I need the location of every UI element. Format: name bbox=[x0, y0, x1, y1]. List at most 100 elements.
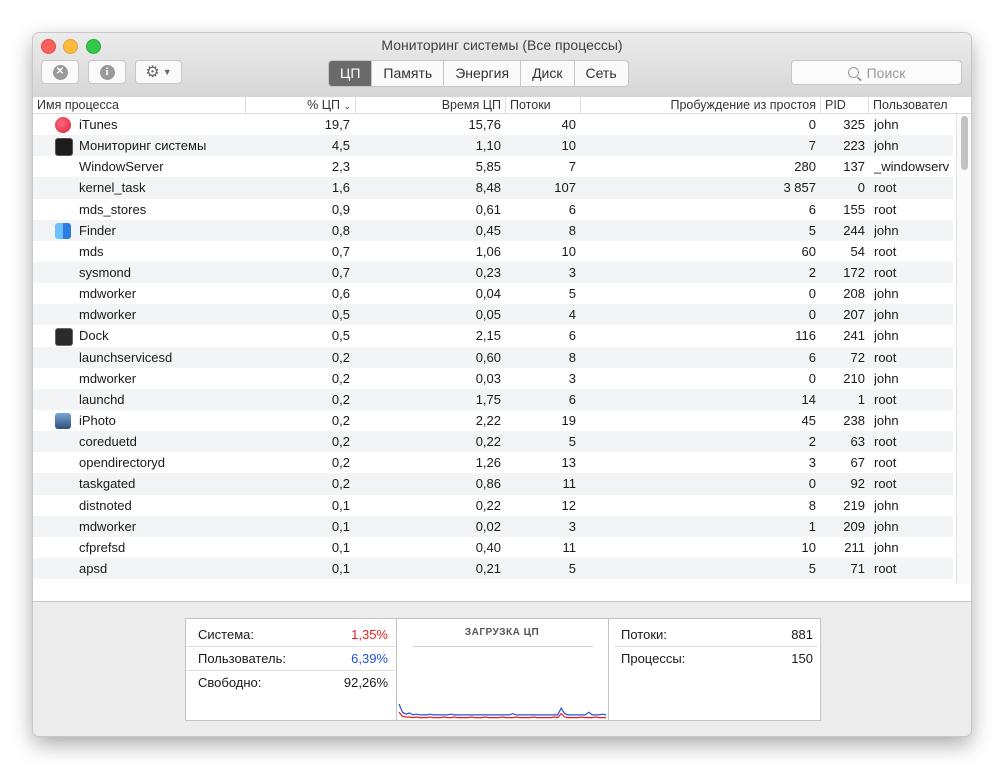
column-header-idle-wakeups[interactable]: Пробуждение из простоя bbox=[581, 97, 821, 113]
cpu-percent: 0,2 bbox=[331, 455, 350, 471]
table-row[interactable]: kernel_task 1,6 8,48 107 3 857 0 root bbox=[33, 177, 953, 199]
pid: 210 bbox=[843, 370, 865, 386]
table-row[interactable]: sysmond 0,7 0,23 3 2 172 root bbox=[33, 261, 953, 284]
threads-label: Потоки: bbox=[621, 627, 667, 642]
table-row[interactable]: mdworker 0,2 0,03 3 0 210 john bbox=[33, 368, 953, 389]
search-input[interactable]: Поиск bbox=[791, 60, 962, 85]
process-name: mdworker bbox=[79, 518, 137, 534]
user: john bbox=[874, 307, 899, 323]
column-header-name[interactable]: Имя процесса bbox=[33, 97, 246, 113]
table-row[interactable]: WindowServer 2,3 5,85 7 280 137 _windowserv bbox=[33, 156, 953, 177]
cpu-percent: 0,5 bbox=[331, 328, 350, 344]
table-row[interactable]: mds 0,7 1,06 10 60 54 root bbox=[33, 241, 953, 262]
pid: 241 bbox=[843, 328, 865, 344]
idle-wakeups: 8 bbox=[808, 497, 816, 513]
table-row[interactable]: taskgated 0,2 0,86 11 0 92 root bbox=[33, 473, 953, 495]
table-row[interactable]: mdworker 0,5 0,05 4 0 207 john bbox=[33, 304, 953, 326]
pid: 207 bbox=[843, 307, 865, 323]
tab-disk[interactable]: Диск bbox=[520, 61, 573, 86]
column-header-user[interactable]: Пользовател bbox=[869, 97, 971, 113]
pid: 172 bbox=[843, 264, 865, 280]
process-name: iPhoto bbox=[79, 412, 116, 428]
cpu-percent: 0,2 bbox=[331, 370, 350, 386]
cpu-load-graph-panel: ЗАГРУЗКА ЦП bbox=[396, 618, 609, 721]
process-name: WindowServer bbox=[79, 159, 164, 175]
cpu-percent: 0,2 bbox=[331, 412, 350, 428]
table-row[interactable]: Мониторинг системы 4,5 1,10 10 7 223 john bbox=[33, 135, 953, 157]
tab-energy[interactable]: Энергия bbox=[443, 61, 520, 86]
tab-cpu[interactable]: ЦП bbox=[329, 61, 372, 86]
cpu-percent: 0,2 bbox=[331, 349, 350, 365]
processes-label: Процессы: bbox=[621, 651, 686, 666]
idle-wakeups: 6 bbox=[808, 349, 816, 365]
user: john bbox=[874, 412, 899, 428]
table-row[interactable]: apsd 0,1 0,21 5 5 71 root bbox=[33, 557, 953, 580]
pid: 219 bbox=[843, 497, 865, 513]
table-row[interactable]: iPhoto 0,2 2,22 19 45 238 john bbox=[33, 410, 953, 431]
table-row[interactable]: mds_stores 0,9 0,61 6 6 155 root bbox=[33, 199, 953, 220]
process-rows: iTunes 19,7 15,76 40 0 325 john Мониторинг сист… bbox=[33, 114, 953, 580]
process-name: mds bbox=[79, 243, 104, 259]
user: root bbox=[874, 434, 897, 450]
table-row[interactable]: launchd 0,2 1,75 6 14 1 root bbox=[33, 388, 953, 410]
cpu-time: 1,75 bbox=[475, 391, 501, 407]
thread-count: 19 bbox=[561, 412, 576, 428]
tab-network[interactable]: Сеть bbox=[573, 61, 628, 86]
dock-icon bbox=[55, 328, 73, 347]
cpu-time: 0,21 bbox=[475, 560, 501, 576]
pid: 208 bbox=[843, 286, 865, 302]
thread-count: 3 bbox=[568, 370, 576, 386]
table-row[interactable]: mdworker 0,1 0,02 3 1 209 john bbox=[33, 515, 953, 537]
idle-wakeups: 14 bbox=[801, 391, 816, 407]
idle-wakeups: 5 bbox=[808, 222, 816, 238]
cpu-percent: 4,5 bbox=[331, 138, 350, 154]
column-header-cpu-time[interactable]: Время ЦП bbox=[356, 97, 506, 113]
process-name: launchservicesd bbox=[79, 349, 173, 365]
table-row[interactable]: Dock 0,5 2,15 6 116 241 john bbox=[33, 325, 953, 347]
vertical-scroll-thumb[interactable] bbox=[961, 116, 968, 170]
user: root bbox=[874, 455, 897, 471]
idle-wakeups: 0 bbox=[808, 476, 816, 492]
table-row[interactable]: cfprefsd 0,1 0,40 11 10 211 john bbox=[33, 537, 953, 558]
thread-count: 40 bbox=[561, 117, 576, 132]
pid: 223 bbox=[843, 138, 865, 154]
column-header-cpu[interactable]: % ЦП ⌄ bbox=[246, 97, 356, 113]
pid: 0 bbox=[857, 180, 865, 196]
table-row[interactable]: coreduetd 0,2 0,22 5 2 63 root bbox=[33, 431, 953, 453]
user: root bbox=[874, 180, 897, 196]
table-row[interactable]: launchservicesd 0,2 0,60 8 6 72 root bbox=[33, 346, 953, 368]
user: root bbox=[874, 349, 897, 365]
system-stat: Система: 1,35% bbox=[186, 623, 396, 647]
action-menu-button[interactable]: ⚙ ▼ bbox=[135, 60, 182, 84]
window-title: Мониторинг системы (Все процессы) bbox=[381, 37, 623, 53]
table-row[interactable]: opendirectoryd 0,2 1,26 13 3 67 root bbox=[33, 452, 953, 473]
idle-wakeups: 3 bbox=[808, 455, 816, 471]
table-row[interactable]: mdworker 0,6 0,04 5 0 208 john bbox=[33, 283, 953, 304]
thread-count: 12 bbox=[561, 497, 576, 513]
table-row[interactable]: distnoted 0,1 0,22 12 8 219 john bbox=[33, 495, 953, 516]
pid: 71 bbox=[850, 560, 865, 576]
column-header-threads[interactable]: Потоки bbox=[506, 97, 581, 113]
idle-label: Свободно: bbox=[198, 675, 262, 690]
column-header-pid[interactable]: PID bbox=[821, 97, 869, 113]
activity-monitor-icon bbox=[55, 138, 73, 157]
pid: 67 bbox=[850, 455, 865, 471]
cpu-percent: 2,3 bbox=[331, 159, 350, 175]
stop-process-button[interactable]: ✕ bbox=[41, 60, 79, 84]
activity-monitor-window: Мониторинг системы (Все процессы) ✕ i ⚙ … bbox=[33, 33, 971, 736]
x-circle-icon: ✕ bbox=[52, 64, 68, 80]
vertical-scrollbar[interactable] bbox=[956, 114, 971, 584]
inspect-process-button[interactable]: i bbox=[88, 60, 126, 84]
thread-count: 3 bbox=[568, 264, 576, 280]
idle-wakeups: 5 bbox=[808, 560, 816, 576]
table-row[interactable]: Finder 0,8 0,45 8 5 244 john bbox=[33, 219, 953, 241]
idle-wakeups: 1 bbox=[808, 518, 816, 534]
table-row[interactable]: iTunes 19,7 15,76 40 0 325 john bbox=[33, 114, 953, 135]
cpu-percent: 0,5 bbox=[331, 307, 350, 323]
user: john bbox=[874, 328, 899, 344]
cpu-time: 1,26 bbox=[475, 455, 501, 471]
cpu-time: 0,03 bbox=[475, 370, 501, 386]
tab-memory[interactable]: Память bbox=[371, 61, 443, 86]
cpu-percent: 0,8 bbox=[331, 222, 350, 238]
thread-count: 6 bbox=[568, 391, 576, 407]
